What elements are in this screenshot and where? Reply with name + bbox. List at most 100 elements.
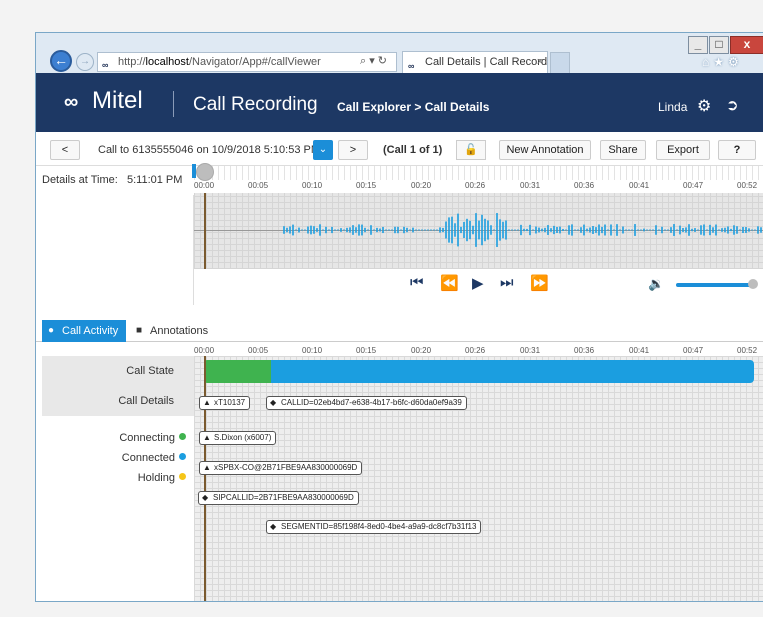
new-tab-button[interactable] [550,52,570,73]
detail-tag[interactable]: ◆ SEGMENTID=85f198f4-8ed0-4be4-a9a9-dc8cf… [266,520,482,534]
step-forward-icon[interactable]: ⏭ [500,274,514,291]
details-label: Details at Time: [42,174,118,186]
call-details-label: Call Details [118,395,174,407]
legend-holding-label: Holding [137,472,175,484]
browser-window: _ □ x ← → ∞ http://localhost/Navigator/A… [35,32,763,602]
tab-call-activity[interactable]: ● Call Activity [42,320,126,342]
new-annotation-button[interactable]: New Annotation [499,140,591,160]
label-icon: ◆ [270,398,277,407]
detail-tag-text: S.Dixon (x6007) [214,433,272,442]
timeline-tick-label: 00:00 [194,346,215,355]
url-host: localhost [145,56,189,68]
logout-icon[interactable]: ➲ [726,96,739,114]
previous-call-button[interactable]: < [50,140,80,160]
next-call-button[interactable]: > [338,140,368,160]
arrow-right-icon: → [80,56,90,67]
timeline-tick-label: 00:47 [683,346,704,355]
export-button[interactable]: Export [656,140,710,160]
help-button[interactable]: ? [718,140,756,160]
timeline-tick-label: 00:31 [520,346,541,355]
legend-holding: Holding [138,472,186,484]
timeline-tick-label: 00:52 [737,346,758,355]
waveform-graphic [283,213,762,247]
rewind-icon[interactable]: ⏪ [440,274,459,292]
connecting-dot-icon [179,433,186,440]
holding-dot-icon [179,473,186,480]
audio-waveform[interactable] [194,193,763,269]
skip-to-start-icon[interactable]: ⏮ [410,274,424,291]
share-button[interactable]: Share [600,140,646,160]
detail-tag[interactable]: ▲ S.Dixon (x6007) [199,431,277,445]
timeline-tick-label: 00:36 [574,346,595,355]
detail-tag[interactable]: ◆ SIPCALLID=2B71FBE9AA830000069D [198,491,359,505]
activity-row-labels: Call State Call Details Connecting Conne… [36,356,194,601]
playhead-scrubber[interactable] [196,163,214,181]
play-icon[interactable]: ▶ [472,274,484,292]
settings-gear-icon[interactable]: ⚙ [697,96,711,116]
home-icon[interactable]: ⌂ [702,55,713,69]
timeline-tick-label: 00:15 [356,181,377,190]
comment-icon: ■ [136,325,143,336]
url-path: /Navigator/App#/callViewer [188,56,321,68]
legend-connected: Connected [122,452,186,464]
gear-icon[interactable]: ⚙ [728,55,743,69]
timeline-tick-label: 00:26 [465,181,486,190]
connected-dot-icon [179,453,186,460]
label-icon: ◆ [270,522,277,531]
detail-tag[interactable]: ▲ xSPBX-CO@2B71FBE9AA830000069D [199,461,363,475]
forward-button[interactable]: → [76,53,94,71]
close-window-button[interactable]: x [730,36,763,54]
state-connected-bar[interactable] [271,360,754,383]
timeline-tick-label: 00:52 [737,181,758,190]
timeline-tick-label: 00:15 [356,346,377,355]
unlock-icon: 🔓 [464,144,478,156]
detail-tag-text: xT10137 [214,398,246,407]
volume-knob[interactable] [748,279,758,289]
breadcrumb[interactable]: Call Explorer > Call Details [337,100,489,114]
activity-tabs: ● Call Activity ■ Annotations [36,320,763,342]
logo-text: Mitel [92,87,143,114]
activity-grid [194,356,763,601]
call-toolbar: < Call to 6135555046 on 10/9/2018 5:10:5… [36,132,763,166]
volume-icon[interactable]: 🔉 [648,276,664,292]
detail-tag[interactable]: ◆ CALLID=02eb4bd7-e638-4b17-b6fc-d60da0ef… [266,396,467,410]
tab-call-activity-label: Call Activity [62,325,119,337]
tab-annotations[interactable]: ■ Annotations [130,320,216,342]
timeline-tick-label: 00:05 [248,346,269,355]
detail-tag[interactable]: ▲ xT10137 [199,396,251,410]
star-icon[interactable]: ★ [713,55,728,69]
detail-tag-text: xSPBX-CO@2B71FBE9AA830000069D [214,463,358,472]
minimize-button[interactable]: _ [688,36,708,54]
browser-chrome: _ □ x ← → ∞ http://localhost/Navigator/A… [36,33,763,73]
label-icon: ◆ [202,493,209,502]
back-button[interactable]: ← [50,50,72,72]
chevron-down-icon: ⌄ [318,144,328,155]
playhead-line [204,193,206,269]
timeline-tick-label: 00:26 [465,346,486,355]
call-count: (Call 1 of 1) [383,144,443,156]
call-dropdown-button[interactable]: ⌄ [313,140,333,160]
timeline-tick-label: 00:41 [629,181,650,190]
header-divider [173,91,174,117]
state-connecting-bar[interactable] [204,360,271,383]
tab-annotations-label: Annotations [150,325,209,337]
timeline-track[interactable] [194,166,763,180]
timeline-tick-label: 00:20 [411,346,432,355]
volume-slider[interactable] [676,283,754,287]
user-name[interactable]: Linda [658,100,687,114]
mitel-logo-icon: ∞ [64,91,79,113]
arrow-left-icon: ← [54,52,68,68]
maximize-button[interactable]: □ [709,36,729,54]
address-bar-buttons[interactable]: ⌕ ▾ ↻ [360,54,387,68]
timeline-tick-label: 00:31 [520,181,541,190]
lock-button[interactable]: 🔓 [456,140,486,160]
user-icon: ▲ [203,398,211,407]
detail-tag-text: SEGMENTID=85f198f4-8ed0-4be4-a9a9-dc8cf7… [281,522,477,531]
user-icon: ▲ [203,463,211,472]
tab-close-icon[interactable]: × [537,52,543,72]
fast-forward-icon[interactable]: ⏩ [530,274,549,292]
legend-connecting-label: Connecting [119,432,175,444]
address-bar[interactable]: ∞ http://localhost/Navigator/App#/callVi… [97,52,397,72]
details-panel [36,195,194,305]
browser-tab[interactable]: ∞ Call Details | Call Recording... × [402,51,548,73]
